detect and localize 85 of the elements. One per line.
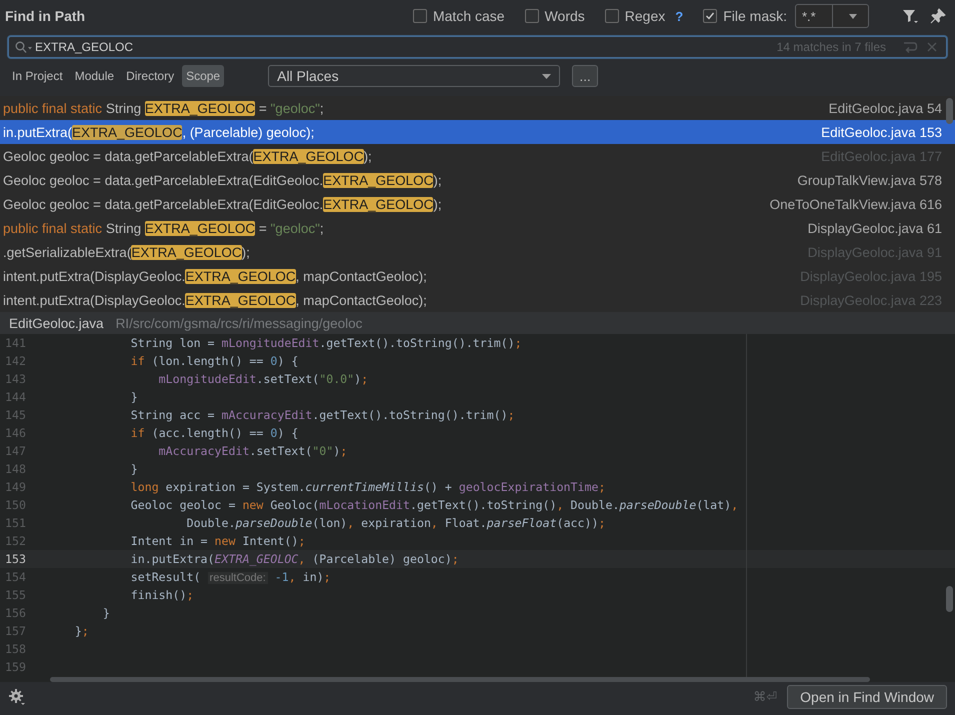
checkbox[interactable] bbox=[604, 9, 619, 23]
wrap-icon[interactable] bbox=[902, 40, 918, 54]
file-location: OneToOneTalkView.java 616 bbox=[770, 196, 942, 212]
result-text: intent.putExtra(DisplayGeoloc.EXTRA_GEOLOC, mapContactGeoloc); bbox=[3, 268, 428, 284]
dialog-title: Find in Path bbox=[5, 8, 86, 24]
line-number: 159 bbox=[4, 660, 26, 674]
line-number: 148 bbox=[4, 462, 26, 476]
option-label: Regex bbox=[624, 8, 666, 24]
filter-icon[interactable] bbox=[901, 7, 919, 25]
line-number: 147 bbox=[4, 444, 26, 458]
line-number: 157 bbox=[4, 624, 26, 638]
line-number: 146 bbox=[4, 426, 26, 440]
result-row[interactable]: Geoloc geoloc = data.getParcelableExtra(EditGeoloc.EXTRA_GEOLOC); GroupTalkView.java 578 bbox=[0, 168, 955, 192]
line-number: 145 bbox=[4, 408, 26, 422]
code-line: in.putExtra(EXTRA_GEOLOC, (Parcelable) geoloc); bbox=[130, 552, 459, 566]
code-line: if (lon.length() == 0) { bbox=[130, 354, 298, 368]
option-label: Words bbox=[544, 8, 585, 24]
preview-file-path: RI/src/com/gsma/rcs/ri/messaging/geoloc bbox=[116, 316, 362, 330]
line-number: 152 bbox=[4, 534, 26, 548]
result-text: public final static String EXTRA_GEOLOC = "geoloc"; bbox=[3, 220, 325, 236]
help-link[interactable]: ? bbox=[675, 8, 684, 24]
preview-file-name: EditGeoloc.java bbox=[9, 316, 104, 330]
line-number: 142 bbox=[4, 354, 26, 368]
code-line: Intent in = new Intent(); bbox=[130, 534, 306, 548]
line-number: 155 bbox=[4, 588, 26, 602]
line-number: 154 bbox=[4, 570, 26, 584]
dropdown-icon bbox=[542, 74, 552, 78]
code-line: if (acc.length() == 0) { bbox=[130, 426, 298, 440]
scope-tab[interactable]: Directory bbox=[122, 65, 178, 87]
code-line: String lon = mLongitudeEdit.getText().toString().trim(); bbox=[130, 336, 522, 350]
scope-tab[interactable]: Module bbox=[70, 65, 118, 87]
code-line: mLongitudeEdit.setText("0.0"); bbox=[158, 372, 368, 386]
file-location: DisplayGeoloc.java 61 bbox=[808, 220, 942, 236]
result-row[interactable]: public final static String EXTRA_GEOLOC = "geoloc"; EditGeoloc.java 54 bbox=[0, 96, 955, 120]
code-line: finish(); bbox=[130, 588, 194, 602]
result-row[interactable]: public final static String EXTRA_GEOLOC = "geoloc"; DisplayGeoloc.java 61 bbox=[0, 216, 955, 240]
code-line: mAccuracyEdit.setText("0"); bbox=[158, 444, 348, 458]
line-number: 149 bbox=[4, 480, 26, 494]
line-number: 156 bbox=[4, 606, 26, 620]
code-line: setResult( resultCode: -1, in); bbox=[130, 570, 331, 584]
scrollbar-thumb[interactable] bbox=[946, 586, 953, 612]
result-text: intent.putExtra(DisplayGeoloc.EXTRA_GEOLOC, mapContactGeoloc); bbox=[3, 292, 428, 308]
search-icon bbox=[15, 41, 33, 53]
file-location: EditGeoloc.java 54 bbox=[828, 100, 942, 116]
code-line: String acc = mAccuracyEdit.getText().toString().trim(); bbox=[130, 408, 515, 422]
result-row[interactable]: Geoloc geoloc = data.getParcelableExtra(EditGeoloc.EXTRA_GEOLOC); OneToOneTalkView.java 616 bbox=[0, 192, 955, 216]
settings-icon[interactable] bbox=[8, 688, 26, 706]
checkbox[interactable] bbox=[524, 9, 539, 23]
result-text: public final static String EXTRA_GEOLOC = "geoloc"; bbox=[3, 100, 325, 116]
line-number: 150 bbox=[4, 498, 26, 512]
scrollbar-thumb[interactable] bbox=[946, 98, 953, 124]
open-in-find-window-button[interactable]: Open in Find Window bbox=[787, 685, 947, 709]
scope-tab[interactable]: Scope bbox=[182, 65, 224, 87]
dropdown-icon bbox=[849, 14, 858, 18]
shortcut-hint: ⌘⏎ bbox=[753, 690, 778, 704]
line-number: 141 bbox=[4, 336, 26, 350]
checkbox[interactable] bbox=[703, 9, 718, 23]
file-location: GroupTalkView.java 578 bbox=[797, 172, 942, 188]
option-label: Match case bbox=[432, 8, 505, 24]
scope-dropdown[interactable]: All Places bbox=[268, 65, 560, 87]
line-number: 158 bbox=[4, 642, 26, 656]
result-text: Geoloc geoloc = data.getParcelableExtra(EditGeoloc.EXTRA_GEOLOC); bbox=[3, 172, 443, 188]
code-line: Double.parseDouble(lon), expiration, Float.parseFloat(acc)); bbox=[186, 516, 606, 530]
line-number: 151 bbox=[4, 516, 26, 530]
code-line: Geoloc geoloc = new Geoloc(mLocationEdit.getText().toString(), Double.parseDouble(lat), bbox=[130, 498, 738, 512]
checkmark-icon bbox=[705, 11, 716, 21]
scrollbar-thumb[interactable] bbox=[50, 677, 870, 682]
line-number: 153 bbox=[4, 552, 26, 566]
checkbox[interactable] bbox=[412, 9, 427, 23]
scope-tab[interactable]: In Project bbox=[8, 65, 67, 87]
code-line: } bbox=[102, 606, 110, 620]
pin-icon[interactable] bbox=[929, 7, 947, 25]
file-mask-field[interactable]: *.* bbox=[795, 4, 869, 28]
result-text: in.putExtra(EXTRA_GEOLOC, (Parcelable) geoloc); bbox=[3, 124, 316, 140]
code-line: }; bbox=[74, 624, 89, 638]
code-line: } bbox=[130, 462, 138, 476]
code-line: } bbox=[130, 390, 138, 404]
code-line: long expiration = System.currentTimeMillis() + geolocExpirationTime; bbox=[130, 480, 606, 494]
browse-button[interactable]: ... bbox=[572, 65, 598, 87]
line-number: 144 bbox=[4, 390, 26, 404]
line-number: 143 bbox=[4, 372, 26, 386]
option-label: File mask: bbox=[723, 8, 787, 24]
result-text: Geoloc geoloc = data.getParcelableExtra(EditGeoloc.EXTRA_GEOLOC); bbox=[3, 196, 443, 212]
result-row[interactable]: in.putExtra(EXTRA_GEOLOC, (Parcelable) geoloc); EditGeoloc.java 153 bbox=[0, 120, 955, 144]
file-location: EditGeoloc.java 153 bbox=[821, 124, 942, 140]
